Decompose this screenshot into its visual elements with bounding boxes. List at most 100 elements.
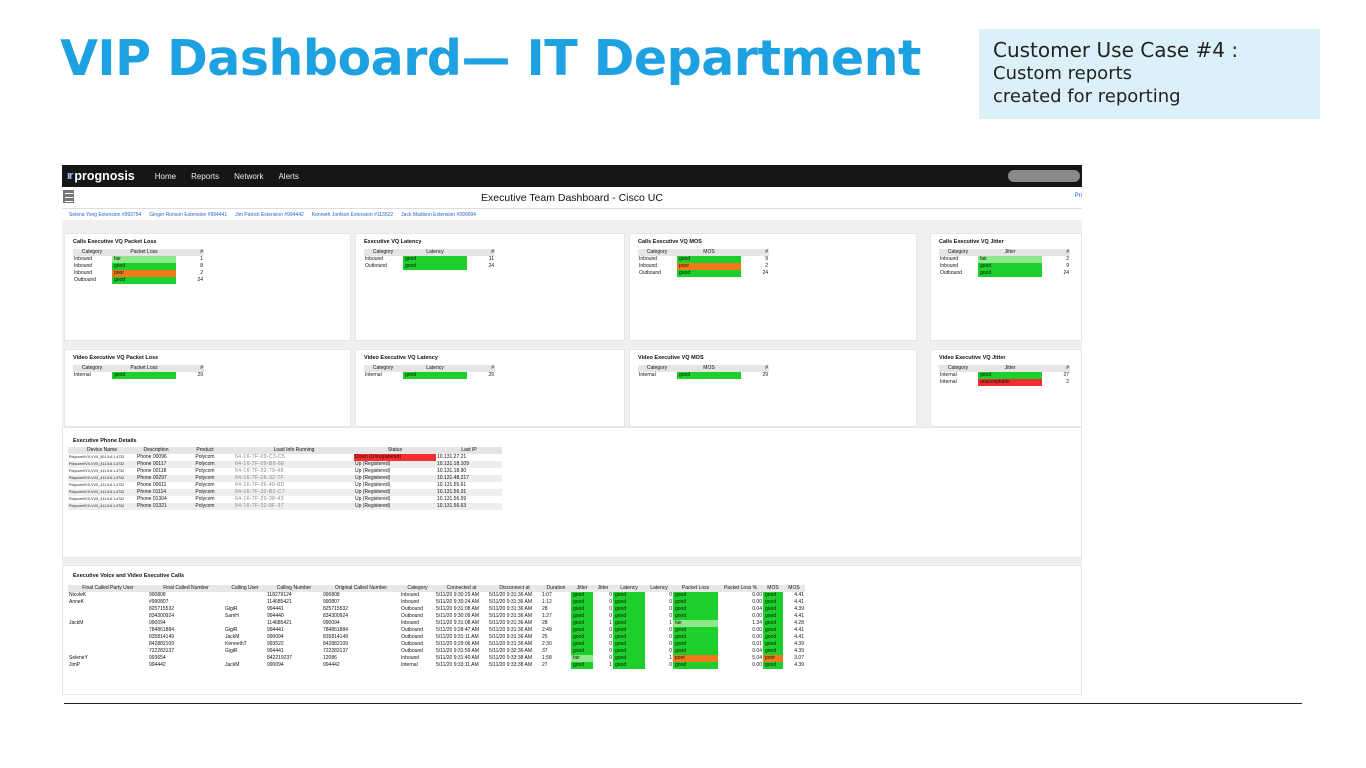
rating-badge: good — [763, 613, 783, 620]
cell: 4.41 — [794, 627, 804, 633]
cell: 5/11/20 9:31:40 AM — [436, 655, 479, 661]
cell — [224, 655, 266, 662]
cell: Phone 01114 — [136, 489, 176, 496]
rating-badge: good — [673, 627, 718, 634]
rating-badge: good — [571, 613, 593, 620]
rating-badge: good — [673, 592, 718, 599]
nav-alerts[interactable]: Alerts — [278, 172, 298, 181]
cell — [68, 613, 148, 620]
col-header: Final Called Party User — [68, 585, 148, 592]
nav-network[interactable]: Network — [234, 172, 263, 181]
app-logo[interactable]: ır prognosis — [67, 169, 135, 183]
rating-badge: good — [571, 634, 593, 641]
extension-link[interactable]: Ginger Ronson Extension #994441 — [149, 212, 227, 218]
cell: 0.00 — [752, 613, 762, 619]
col-header: # — [1043, 249, 1070, 256]
cell: Inbound — [401, 655, 420, 661]
rating-badge: good — [673, 634, 718, 641]
dashboard-header: Executive Team Dashboard - Cisco UC Pri — [62, 187, 1082, 209]
extension-link[interactable]: Jim Patrick Extension #994442 — [235, 212, 304, 218]
count-cell: 2 — [765, 263, 768, 269]
cell: 0 — [669, 627, 672, 633]
cell: 2:49 — [542, 627, 552, 633]
cell: 5/11/20 9:33:38 AM — [489, 662, 532, 668]
col-header: # — [177, 249, 204, 256]
table-row: Outbound good 24 — [364, 263, 495, 270]
rating-badge: good — [763, 606, 783, 613]
cell: 990094 — [267, 634, 284, 640]
count-cell: 24 — [762, 270, 768, 276]
col-header: Category — [73, 249, 111, 256]
cell: 0 — [669, 641, 672, 647]
print-link[interactable]: Pri — [1075, 193, 1082, 199]
cell: GigiR — [225, 606, 238, 612]
table-row: Internal good 29 — [73, 372, 204, 379]
category-cell: Internal — [74, 372, 91, 378]
category-cell: Inbound — [74, 263, 93, 269]
cell: Phone 00611 — [137, 482, 167, 488]
col-header: Final Called Number — [148, 585, 224, 592]
table-row: Outbound good 24 — [73, 277, 204, 284]
count-cell: 1 — [200, 256, 203, 262]
cell: 1 — [669, 620, 672, 626]
cell — [68, 648, 148, 655]
table-row: SeleneY 993654 842219237 12086 Inbound 5/11/2… — [68, 655, 805, 662]
app-navbar: ır prognosis Home Reports Network Alerts — [62, 165, 1082, 187]
count-cell: 2 — [1066, 256, 1069, 262]
cell: 0.00 — [752, 627, 762, 633]
cell: KennethT — [225, 641, 247, 647]
dashboard-title: Executive Team Dashboard - Cisco UC — [481, 192, 663, 204]
extension-link[interactable]: Jack Madison Extension #990094 — [401, 212, 476, 218]
vq-panel-title: Video Executive VQ Latency — [364, 355, 438, 361]
table-row: PolycomVVX-VVX_411.5.6.1.4732 Phone 00611… — [68, 482, 502, 489]
cell: Up (Registered) — [355, 482, 391, 488]
col-header: Calling User — [224, 585, 266, 592]
col-header: MOS — [783, 585, 805, 592]
ir-logo-icon: ır — [67, 170, 73, 182]
cell: Polycom — [176, 475, 234, 482]
table-row: 722283137 GigiR 994441 722283137 Outbound 5/1… — [68, 648, 805, 655]
col-header: # — [1043, 365, 1070, 372]
nav-home[interactable]: Home — [155, 172, 176, 181]
cell: Polycom — [195, 468, 215, 474]
rating-badge: good — [571, 592, 593, 599]
cell: 64-16-7F-32-9F-37 — [234, 503, 354, 510]
cell: 722283137 — [323, 648, 349, 654]
cell: 10.131.55.61 — [437, 482, 467, 488]
extension-link[interactable]: Kenneth Jonfson Extension #113522 — [312, 212, 393, 218]
cell: NicoleK — [69, 592, 87, 598]
category-cell: Inbound — [365, 256, 384, 262]
cell: 0.04 — [752, 648, 762, 654]
rating-badge: fair — [571, 655, 593, 662]
vq-panel: Video Executive VQ MOS Category MOS # In… — [629, 349, 917, 427]
rating-badge: good — [403, 256, 467, 263]
count-cell: 9 — [1066, 263, 1069, 269]
cell: 5/11/20 9:31:36 AM — [489, 606, 532, 612]
cell: Phone 00118 — [137, 468, 167, 474]
cell: 842882109 — [323, 641, 349, 647]
table-row: Internal good 29 — [638, 372, 769, 379]
cell: 825715532 — [323, 606, 349, 612]
extension-link[interactable]: Selena Yong Extension #993754 — [69, 212, 141, 218]
cell: Polycom — [195, 496, 215, 502]
rating-badge: good — [677, 372, 741, 379]
nav-reports[interactable]: Reports — [191, 172, 219, 181]
search-input[interactable] — [1008, 170, 1080, 182]
cell: Polycom — [195, 454, 215, 460]
cell: 0.01 — [752, 641, 762, 647]
vq-panel: Executive VQ Latency Category Latency # … — [355, 233, 625, 341]
cell: 834300924 — [149, 613, 175, 619]
cell: 5/11/20 9:29:06 AM — [436, 641, 479, 647]
cell: 5/11/20 9:32:36 AM — [489, 648, 532, 654]
table-row: Internal unacceptable 2 — [939, 379, 1070, 386]
table-row: 825715532 GigiR 994441 825715532 Outbound 5/1… — [68, 606, 805, 613]
cell: 64-16-7F-32-79-48 — [235, 468, 284, 474]
col-header: Device Name — [68, 447, 136, 454]
menu-icon[interactable] — [63, 190, 74, 203]
count-cell: 24 — [1063, 270, 1069, 276]
category-cell: Internal — [940, 372, 957, 378]
category-cell: Inbound — [940, 263, 959, 269]
col-header: Latency — [402, 365, 468, 372]
cell: Polycom — [176, 503, 234, 510]
cell: 64-16-7F-09-C3-C5 — [235, 454, 286, 460]
